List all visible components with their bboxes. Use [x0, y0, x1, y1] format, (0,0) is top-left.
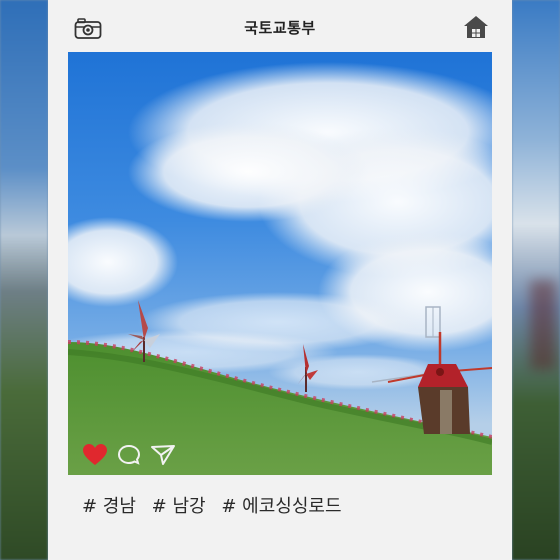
hashtag[interactable]: # 경남 [82, 496, 136, 517]
hashtag[interactable]: # 에코싱싱로드 [221, 496, 341, 517]
hashtag[interactable]: # 남강 [152, 496, 206, 517]
top-bar: 국토교통부 [48, 0, 512, 54]
post-actions [82, 443, 202, 467]
post-card: 국토교통부 # 경남 # 남강 # 에코싱싱로드 [48, 0, 512, 560]
background-left [0, 0, 48, 560]
share-icon[interactable] [150, 443, 176, 467]
page-title: 국토교통부 [244, 19, 316, 37]
background-right [512, 0, 560, 560]
hashtags: # 경남 # 남강 # 에코싱싱로드 [82, 492, 352, 517]
home-icon[interactable] [462, 14, 490, 40]
post-photo [68, 52, 492, 475]
heart-icon[interactable] [82, 443, 108, 467]
comment-icon[interactable] [116, 443, 142, 467]
